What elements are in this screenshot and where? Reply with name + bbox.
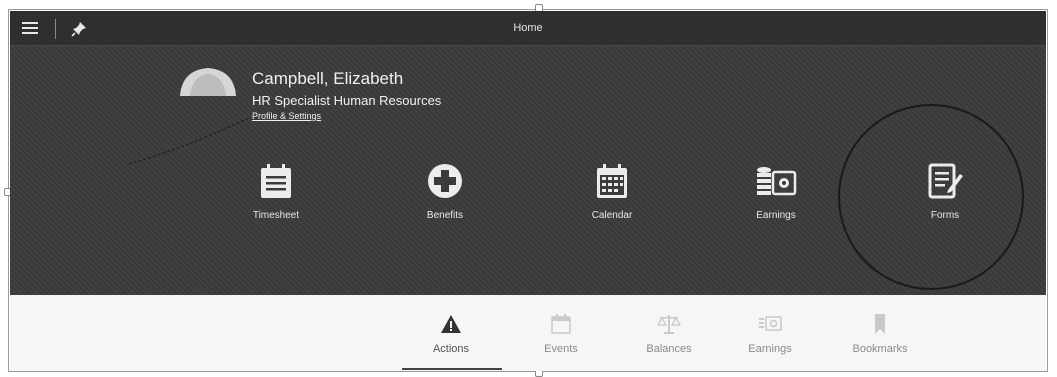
highlight-circle bbox=[838, 104, 1024, 290]
tile-label: Earnings bbox=[756, 210, 796, 221]
tab-label: Events bbox=[544, 343, 578, 355]
page-title: Home bbox=[513, 22, 543, 34]
pin-icon[interactable] bbox=[70, 20, 88, 38]
tab-balances[interactable]: Balances bbox=[614, 313, 724, 369]
tile-timesheet[interactable]: Timesheet bbox=[221, 162, 331, 242]
tile-label: Benefits bbox=[426, 210, 464, 221]
avatar[interactable] bbox=[176, 62, 240, 98]
user-role: HR Specialist Human Resources bbox=[252, 93, 442, 108]
tab-events[interactable]: Events bbox=[506, 313, 616, 369]
tab-label: Balances bbox=[646, 343, 692, 355]
money-icon bbox=[759, 316, 782, 331]
tile-label: Timesheet bbox=[252, 210, 300, 221]
bottom-tab-bar: Actions Events Balances Earnings Bookmar… bbox=[10, 295, 1046, 371]
tile-calendar[interactable]: Calendar bbox=[557, 162, 667, 242]
hamburger-icon[interactable] bbox=[22, 21, 38, 35]
bookmark-icon bbox=[875, 314, 885, 334]
tab-bookmarks[interactable]: Bookmarks bbox=[825, 313, 935, 369]
earnings-icon bbox=[757, 167, 797, 196]
tile-earnings[interactable]: Earnings bbox=[721, 162, 831, 242]
tab-label: Earnings bbox=[748, 343, 792, 355]
timesheet-icon bbox=[261, 164, 291, 198]
tab-label: Bookmarks bbox=[852, 343, 908, 355]
tab-label: Actions bbox=[432, 343, 470, 355]
annotation-arrow bbox=[128, 117, 250, 165]
profile-settings-link[interactable]: Profile & Settings bbox=[252, 111, 321, 121]
active-tab-indicator bbox=[402, 368, 502, 370]
tile-label: Calendar bbox=[591, 210, 633, 221]
hero-banner: Campbell, Elizabeth HR Specialist Human … bbox=[10, 46, 1046, 295]
benefits-icon bbox=[428, 164, 462, 198]
tile-benefits[interactable]: Benefits bbox=[390, 162, 500, 242]
tab-earnings[interactable]: Earnings bbox=[715, 313, 825, 369]
top-bar: Home bbox=[10, 11, 1046, 46]
user-name: Campbell, Elizabeth bbox=[252, 69, 404, 88]
topbar-divider bbox=[55, 19, 56, 39]
tab-actions[interactable]: Actions bbox=[396, 313, 506, 369]
warning-icon bbox=[441, 315, 461, 333]
calendar-icon bbox=[597, 164, 627, 198]
scale-icon bbox=[656, 315, 682, 334]
calendar-icon bbox=[551, 314, 571, 334]
